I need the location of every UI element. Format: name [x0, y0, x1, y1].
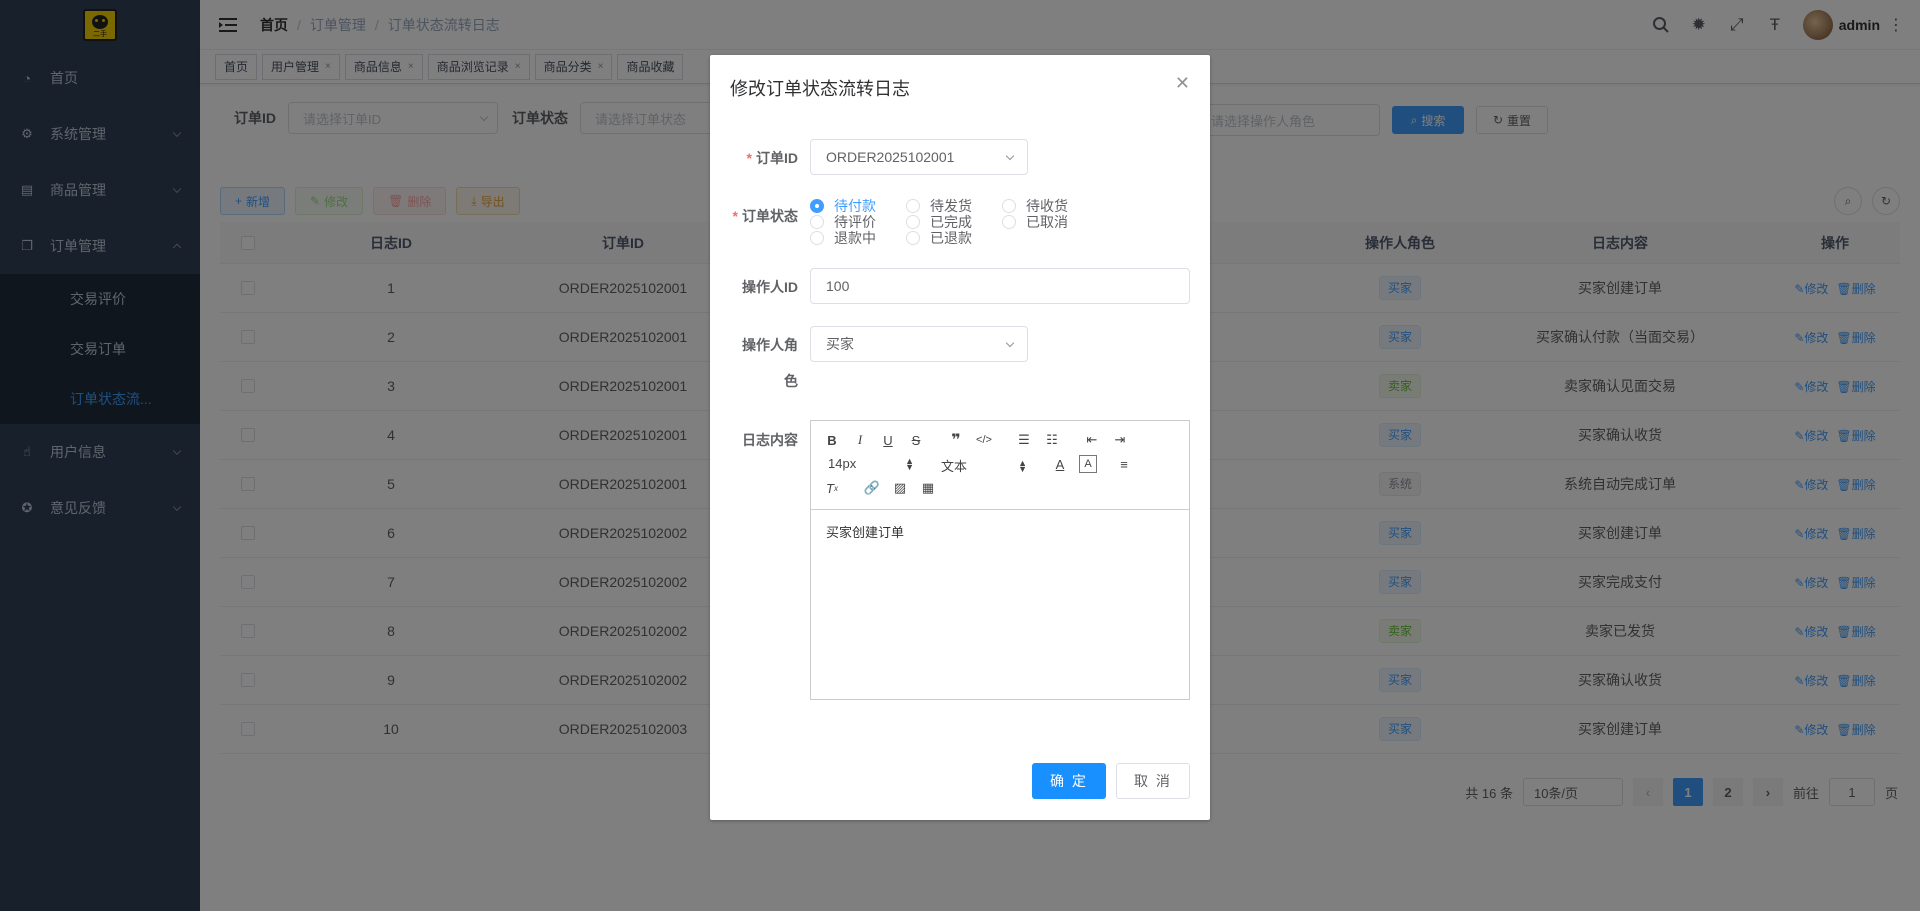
align-icon[interactable]: ≡ [1115, 455, 1133, 473]
radio-label: 退款中 [834, 230, 876, 246]
status-radio-7[interactable]: 已退款 [906, 228, 972, 248]
operator-role-select[interactable]: 买家 [810, 326, 1028, 362]
bullet-list-icon[interactable]: ☷ [1043, 431, 1061, 449]
status-radio-6[interactable]: 退款中 [810, 228, 876, 248]
ordered-list-icon[interactable]: ☰ [1015, 431, 1033, 449]
clear-format-icon[interactable]: Tx [823, 479, 841, 497]
radio-dot [810, 215, 824, 229]
video-icon[interactable]: ▦ [919, 479, 937, 497]
radio-dot [906, 231, 920, 245]
cancel-button[interactable]: 取 消 [1116, 763, 1190, 799]
operator-id-label: 操作人ID [742, 279, 798, 295]
font-size-value: 14px [828, 456, 857, 471]
status-field-label: * 订单状态 [732, 208, 798, 224]
operator-role-value: 买家 [826, 336, 854, 352]
dialog-title: 修改订单状态流转日志 [730, 79, 910, 99]
operator-role-label-wrap: 色 [784, 373, 798, 389]
chevron-down-icon [1005, 151, 1015, 161]
radio-dot [906, 215, 920, 229]
confirm-button[interactable]: 确 定 [1032, 763, 1106, 799]
radio-label: 已取消 [1026, 214, 1068, 230]
operator-role-label: 操作人角 [742, 337, 798, 353]
italic-icon[interactable]: I [851, 431, 869, 449]
radio-dot [810, 231, 824, 245]
status-radio-5[interactable]: 已取消 [1002, 212, 1068, 232]
underline-icon[interactable]: U [879, 431, 897, 449]
strike-icon[interactable]: S [907, 431, 925, 449]
outdent-icon[interactable]: ⇤ [1083, 431, 1101, 449]
radio-dot [1002, 199, 1016, 213]
order-id-select[interactable]: ORDER2025102001 [810, 139, 1028, 175]
block-format-picker[interactable]: 文本 ▲ ▼ [941, 456, 1027, 475]
image-icon[interactable]: ▨ [891, 479, 909, 497]
close-icon[interactable]: ✕ [1175, 73, 1190, 94]
font-color-icon[interactable]: A [1051, 455, 1069, 473]
updown-icon: ▲ ▼ [1018, 457, 1027, 474]
radio-label: 已退款 [930, 230, 972, 246]
edit-log-dialog: 修改订单状态流转日志 ✕ * 订单ID ORDER2025102001 * 订单状态… [710, 55, 1210, 820]
background-color-icon[interactable]: A [1079, 455, 1097, 473]
bold-icon[interactable]: B [823, 431, 841, 449]
code-icon[interactable]: </> [975, 431, 993, 449]
blockquote-icon[interactable]: ❞ [947, 431, 965, 449]
link-icon[interactable]: 🔗 [863, 479, 881, 497]
radio-dot [810, 199, 824, 213]
rich-text-editor: B I U S ❞ </> ☰ ☷ ⇤ ⇥ 14px ▲ ▼ 文本 ▲ ▼ A A ≡ … [810, 420, 1190, 700]
editor-content[interactable]: 买家创建订单 [811, 510, 1189, 553]
radio-dot [906, 199, 920, 213]
order-id-field-label: * 订单ID [746, 150, 798, 166]
editor-toolbar: B I U S ❞ </> ☰ ☷ ⇤ ⇥ 14px ▲ ▼ 文本 ▲ ▼ A A ≡ … [811, 421, 1189, 510]
radio-dot [1002, 215, 1016, 229]
operator-id-input[interactable]: 100 [810, 268, 1190, 304]
content-label: 日志内容 [742, 432, 798, 448]
chevron-down-icon [1005, 338, 1015, 348]
block-format-value: 文本 [941, 459, 968, 474]
indent-icon[interactable]: ⇥ [1111, 431, 1129, 449]
updown-icon: ▲ ▼ [905, 455, 914, 472]
operator-id-value: 100 [826, 278, 850, 294]
font-size-picker[interactable]: 14px ▲ ▼ [828, 456, 914, 471]
order-id-value: ORDER2025102001 [826, 149, 955, 165]
